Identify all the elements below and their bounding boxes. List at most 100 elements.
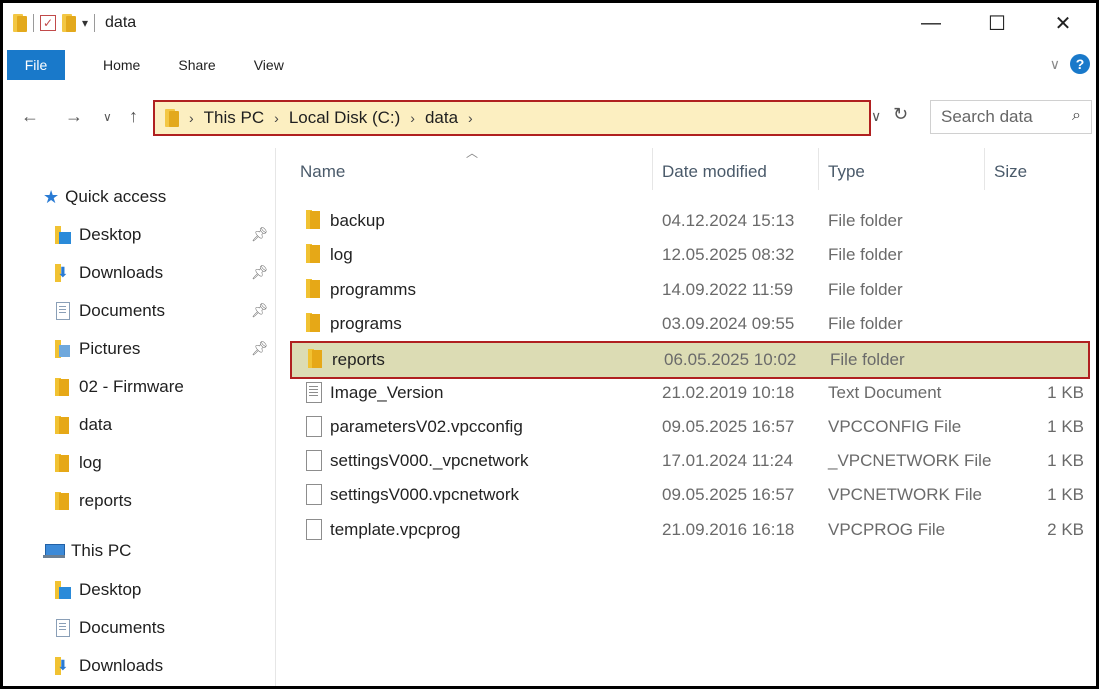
column-divider[interactable] [984,148,985,190]
file-icon [306,415,322,437]
ribbon-tabs: File Home Share View ∨ ? [3,50,1096,80]
column-header-type[interactable]: Type [828,154,865,190]
nav-label: Downloads [79,263,164,282]
ribbon-right: ∨ ? [1050,54,1090,74]
column-header-size[interactable]: Size [994,154,1027,190]
nav-item-data[interactable]: data [55,410,112,440]
text-file-icon [306,381,322,403]
nav-item-pc-desktop[interactable]: Desktop [55,575,141,605]
search-box[interactable]: Search data ⌕ [930,100,1092,134]
address-bar[interactable]: › This PC › Local Disk (C:) › data › [153,100,871,136]
search-icon[interactable]: ⌕ [1072,107,1081,125]
refresh-icon[interactable]: ↻ [893,104,908,125]
column-divider[interactable] [818,148,819,190]
tab-home[interactable]: Home [103,57,140,73]
window-title: data [105,14,137,31]
nav-item-downloads[interactable]: Downloads [55,258,163,288]
file-name: parametersV02.vpcconfig [330,416,523,436]
file-name: Image_Version [330,382,444,402]
file-row[interactable]: programs 03.09.2024 09:55 File folder [290,307,1088,341]
nav-item-documents[interactable]: Documents [55,296,165,326]
help-icon[interactable]: ? [1070,54,1090,74]
new-folder-icon[interactable] [62,14,76,32]
breadcrumb-chevron-icon[interactable]: › [410,110,415,126]
breadcrumb-chevron-icon[interactable]: › [274,110,279,126]
documents-icon [55,302,71,320]
pin-icon[interactable]: 📌︎ [251,226,269,243]
nav-item-desktop[interactable]: Desktop [55,220,141,250]
folder-icon [308,349,324,369]
nav-item-pictures[interactable]: Pictures [55,334,140,364]
properties-check-icon[interactable]: ✓ [40,15,56,31]
title-bar: ✓ ▾ data — ☐ ✕ [3,3,1096,43]
nav-label: Documents [79,301,165,320]
file-row[interactable]: reports 06.05.2025 10:02 File folder [290,341,1090,380]
file-row[interactable]: template.vpcprog 21.09.2016 16:18 VPCPROG … [290,513,1088,547]
column-header-name[interactable]: Name [300,154,345,190]
file-row[interactable]: programms 14.09.2022 11:59 File folder [290,273,1088,307]
folder-icon [306,244,322,264]
breadcrumb-chevron-icon[interactable]: › [468,110,473,126]
file-row[interactable]: parametersV02.vpcconfig 09.05.2025 16:57 V… [290,410,1088,444]
file-row[interactable]: settingsV000.vpcnetwork 09.05.2025 16:57 V… [290,478,1088,512]
maximize-button[interactable]: ☐ [964,3,1030,43]
column-header-date[interactable]: Date modified [662,154,767,190]
folder-icon [55,454,71,472]
nav-label: 02 - Firmware [79,377,184,396]
column-divider[interactable] [652,148,653,190]
nav-label: log [79,453,102,472]
file-row[interactable]: log 12.05.2025 08:32 File folder [290,238,1088,272]
close-button[interactable]: ✕ [1030,3,1096,43]
file-type: Text Document [828,382,942,402]
nav-label: Pictures [79,339,141,358]
toolbar-divider [94,14,96,32]
tab-view[interactable]: View [254,57,284,73]
breadcrumb-this-pc[interactable]: This PC [204,108,264,128]
nav-item-pc-documents[interactable]: Documents [55,613,165,643]
pictures-icon [55,340,71,358]
documents-icon [55,619,71,637]
file-date: 21.02.2019 10:18 [662,382,795,402]
file-row[interactable]: backup 04.12.2024 15:13 File folder [290,204,1088,238]
downloads-icon [55,264,71,282]
nav-item-reports[interactable]: reports [55,486,132,516]
pin-icon[interactable]: 📌︎ [251,340,269,357]
folder-icon [55,492,71,510]
nav-this-pc[interactable]: This PC [43,536,131,566]
file-row[interactable]: Image_Version 21.02.2019 10:18 Text Docume… [290,376,1088,410]
pin-icon[interactable]: 📌︎ [251,302,269,319]
back-arrow-icon[interactable]: ← [21,106,39,127]
nav-item-firmware[interactable]: 02 - Firmware [55,372,184,402]
file-icon [306,450,322,472]
sort-ascending-icon: ︿ [466,146,479,160]
breadcrumb-data[interactable]: data [425,108,458,128]
file-row[interactable]: settingsV000._vpcnetwork 17.01.2024 11:24… [290,444,1088,478]
file-name: programms [330,279,416,299]
breadcrumb-chevron-icon[interactable]: › [189,110,194,126]
breadcrumb-local-disk[interactable]: Local Disk (C:) [289,108,400,128]
recent-locations-icon[interactable]: ∨ [103,110,112,124]
nav-quick-access[interactable]: ★ Quick access [43,182,166,212]
up-arrow-icon[interactable]: ↑ [129,106,138,127]
nav-label: data [79,415,113,434]
forward-arrow-icon[interactable]: → [65,106,83,127]
file-icon [306,518,322,540]
tab-share[interactable]: Share [178,57,215,73]
pin-icon[interactable]: 📌︎ [251,264,269,281]
file-size: 1 KB [1047,416,1084,436]
customize-toolbar-icon[interactable]: ▾ [82,16,88,30]
toolbar-divider [33,14,34,32]
folder-icon [306,210,322,230]
downloads-icon [55,657,71,675]
nav-label: Documents [79,618,165,637]
file-name: settingsV000.vpcnetwork [330,485,519,505]
nav-item-log[interactable]: log [55,448,102,478]
nav-item-pc-downloads[interactable]: Downloads [55,651,163,681]
minimize-button[interactable]: — [898,3,964,43]
address-dropdown-icon[interactable]: ∨ [871,108,881,125]
quick-access-toolbar: ✓ ▾ [3,14,96,32]
search-input[interactable]: Search data [941,107,1033,127]
tab-file[interactable]: File [7,50,65,80]
file-type: File folder [830,350,905,370]
expand-ribbon-icon[interactable]: ∨ [1050,56,1060,73]
